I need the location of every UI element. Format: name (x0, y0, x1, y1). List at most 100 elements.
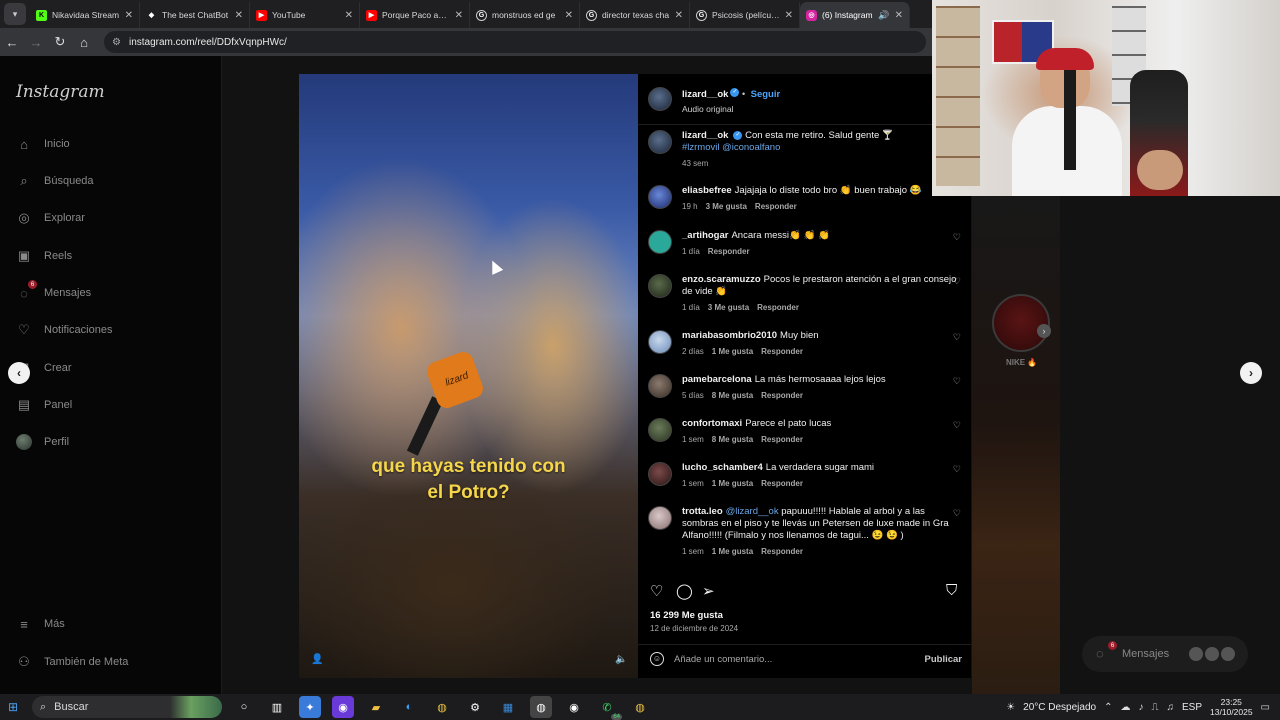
comment-username[interactable]: eliasbefree (682, 185, 732, 196)
instagram-logo[interactable]: Instagram (16, 82, 105, 102)
like-comment-icon[interactable]: ♡ (953, 232, 961, 243)
comment-icon[interactable]: ◯ (676, 582, 693, 600)
caption-tags[interactable]: #lzrmovil @iconoalfano (682, 142, 780, 153)
volume-icon[interactable]: 🔈 (615, 654, 627, 665)
discord-icon[interactable]: ◉ (332, 696, 354, 718)
sidebar-item-mas[interactable]: ≡ Más (16, 616, 65, 632)
close-tab-icon[interactable]: ✕ (785, 10, 793, 21)
comment-username[interactable]: lucho_schamber4 (682, 462, 763, 473)
sidebar-item-reels[interactable]: ▣ Reels (16, 248, 72, 264)
likes-count[interactable]: 16 299 Me gusta (650, 610, 723, 621)
comment-username[interactable]: confortomaxi (682, 418, 742, 429)
chrome-profile-icon[interactable]: ◍ (530, 696, 552, 718)
chrome-icon[interactable]: ◍ (629, 696, 651, 718)
close-tab-icon[interactable]: ✕ (895, 10, 903, 21)
url-field[interactable]: ⚙ instagram.com/reel/DDfxVqnpHWc/ (104, 31, 926, 53)
browser-tab[interactable]: ▶ YouTube ✕ (250, 2, 360, 28)
emoji-icon[interactable]: ☺ (650, 652, 664, 666)
comment-likes[interactable]: 1 Me gusta (712, 478, 753, 490)
cortana-icon[interactable]: ○ (233, 696, 255, 718)
previous-post-button[interactable]: ‹ (8, 362, 30, 384)
like-comment-icon[interactable]: ♡ (953, 464, 961, 475)
audio-label[interactable]: Audio original (682, 104, 780, 114)
avatar[interactable] (648, 330, 672, 354)
network-icon[interactable]: ⎍ (1151, 702, 1158, 713)
like-comment-icon[interactable]: ♡ (953, 508, 961, 519)
author-avatar[interactable] (648, 130, 672, 154)
follow-button[interactable]: Seguir (751, 89, 781, 100)
caption-username[interactable]: lizard__ok (682, 130, 728, 141)
close-tab-icon[interactable]: ✕ (565, 10, 573, 21)
close-tab-icon[interactable]: ✕ (455, 10, 463, 21)
story-next-icon[interactable]: › (1037, 324, 1051, 338)
publish-button[interactable]: Publicar (925, 654, 963, 665)
comment-likes[interactable]: 3 Me gusta (708, 302, 749, 314)
sidebar-item-explorar[interactable]: ◎ Explorar (16, 210, 85, 226)
edge-icon[interactable]: ◐ (398, 696, 420, 718)
windows-start-icon[interactable]: ⊞ (8, 700, 28, 714)
like-icon[interactable]: ♡ (650, 582, 663, 600)
comment-username[interactable]: mariabasombrio2010 (682, 330, 777, 341)
avatar[interactable] (648, 374, 672, 398)
author-avatar[interactable] (648, 87, 672, 111)
comment-username[interactable]: pamebarcelona (682, 374, 752, 385)
obs-icon[interactable]: ◉ (563, 696, 585, 718)
reel-video[interactable]: lizard que hayas tenido con el Potro? 👤 … (299, 74, 638, 678)
taskbar-search[interactable]: ⌕ Buscar (32, 696, 222, 718)
comment-likes[interactable]: 8 Me gusta (712, 434, 753, 446)
clock[interactable]: 23:25 13/10/2025 (1210, 697, 1253, 717)
comment-mention[interactable]: @lizard__ok (726, 506, 779, 517)
reply-button[interactable]: Responder (708, 246, 750, 258)
speaker-icon[interactable]: 🔊 (878, 10, 889, 21)
avatar[interactable] (648, 462, 672, 486)
browser-tab[interactable]: ▶ Porque Paco amo ✕ (360, 2, 470, 28)
messages-pill[interactable]: ◌ 6 Mensajes (1082, 636, 1248, 672)
comment-likes[interactable]: 1 Me gusta (712, 346, 753, 358)
browser-tab[interactable]: ◆ The best ChatBot ✕ (140, 2, 250, 28)
tagged-user-icon[interactable]: 👤 (311, 654, 323, 665)
volume-icon[interactable]: ♫ (1166, 702, 1174, 713)
sidebar-item-mensajes[interactable]: ◌ 6 Mensajes (16, 280, 91, 301)
back-icon[interactable]: ← (0, 35, 24, 50)
comment-username[interactable]: _artihogar (682, 230, 728, 241)
avatar[interactable] (648, 274, 672, 298)
close-tab-icon[interactable]: ✕ (235, 10, 243, 21)
site-settings-icon[interactable]: ⚙ (112, 37, 121, 48)
comment-likes[interactable]: 3 Me gusta (706, 201, 747, 213)
share-icon[interactable]: ➢ (702, 582, 715, 600)
avatar[interactable] (648, 230, 672, 254)
chrome-icon[interactable]: ◍ (431, 696, 453, 718)
close-tab-icon[interactable]: ✕ (125, 10, 133, 21)
sidebar-item-perfil[interactable]: Perfil (16, 434, 69, 450)
bookmark-icon[interactable]: ⛉ (946, 582, 957, 599)
browser-tab[interactable]: Gdirector texas cha ✕ (580, 2, 690, 28)
sidebar-item-meta[interactable]: ⚇ También de Meta (16, 654, 128, 670)
comment-username[interactable]: enzo.scaramuzzo (682, 274, 761, 285)
reply-button[interactable]: Responder (761, 546, 803, 558)
store-icon[interactable]: ▦ (497, 696, 519, 718)
file-explorer-icon[interactable]: ▰ (365, 696, 387, 718)
avatar[interactable] (648, 185, 672, 209)
task-view-icon[interactable]: ▥ (266, 696, 288, 718)
next-post-button[interactable]: › (1240, 362, 1262, 384)
like-comment-icon[interactable]: ♡ (953, 332, 961, 343)
settings-gear-icon[interactable]: ⚙ (464, 696, 486, 718)
reload-icon[interactable]: ↻ (48, 34, 72, 50)
reply-button[interactable]: Responder (755, 201, 797, 213)
tab-search-menu-icon[interactable]: ▾ (4, 3, 26, 25)
avatar[interactable] (648, 418, 672, 442)
reply-button[interactable]: Responder (761, 346, 803, 358)
microphone-icon[interactable]: ♪ (1138, 702, 1143, 713)
sidebar-item-panel[interactable]: ▤ Panel (16, 397, 72, 413)
browser-tab[interactable]: K Nikavidaa Stream ✕ (30, 2, 140, 28)
comment-username[interactable]: trotta.leo (682, 506, 723, 517)
cloud-icon[interactable]: ☁ (1120, 702, 1130, 713)
chevron-up-icon[interactable]: ⌃ (1104, 702, 1112, 713)
reply-button[interactable]: Responder (761, 434, 803, 446)
copilot-icon[interactable]: ✦ (299, 696, 321, 718)
weather-label[interactable]: 20°C Despejado (1023, 702, 1096, 713)
browser-tab[interactable]: G Psicosis (película) ✕ (690, 2, 800, 28)
comment-likes[interactable]: 1 Me gusta (712, 546, 753, 558)
add-comment-input[interactable]: Añade un comentario... (674, 654, 915, 665)
comment-likes[interactable]: 8 Me gusta (712, 390, 753, 402)
